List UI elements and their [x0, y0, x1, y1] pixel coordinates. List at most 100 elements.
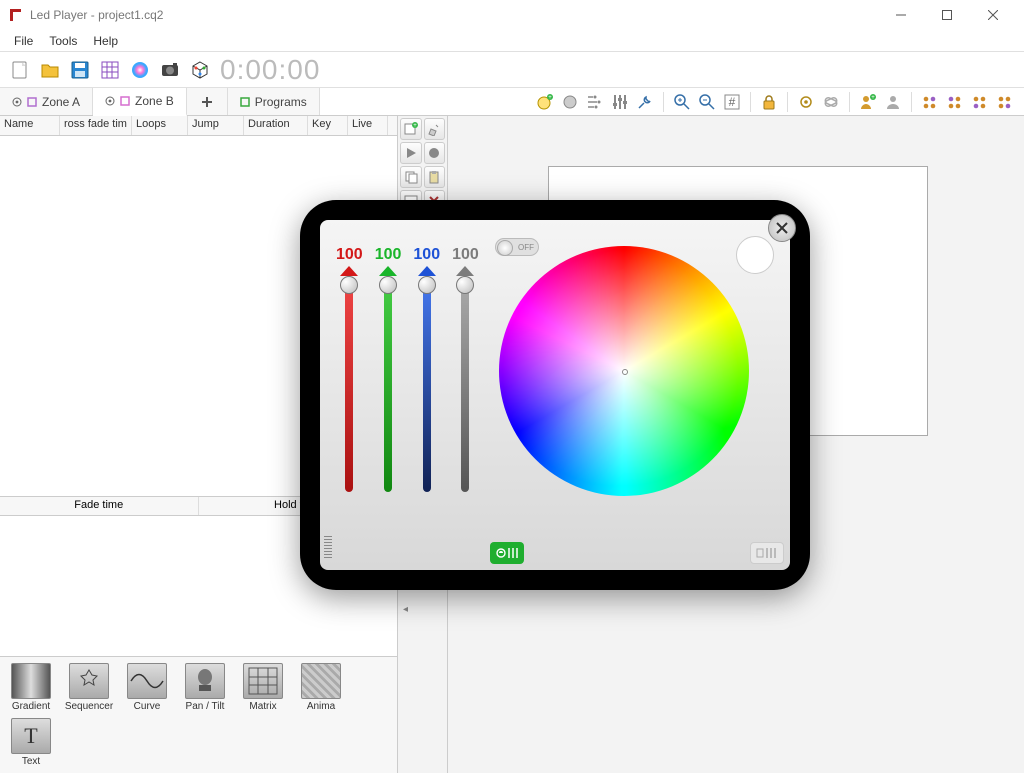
sliders-icon — [755, 546, 779, 560]
palette-matrix[interactable]: Matrix — [238, 663, 288, 712]
white-slider[interactable]: 100 — [452, 246, 479, 554]
palette-sliders-icon — [495, 546, 519, 560]
window-close-button[interactable] — [970, 0, 1016, 30]
secondary-toolbar: + # + — [526, 88, 1024, 115]
square-icon — [240, 97, 250, 107]
add-user-button[interactable]: + — [857, 91, 879, 113]
tab-add[interactable] — [187, 88, 228, 115]
tab-programs[interactable]: Programs — [228, 88, 320, 115]
grid-icon[interactable] — [96, 56, 124, 84]
blue-value: 100 — [413, 246, 440, 264]
palette-animation[interactable]: Anima — [296, 663, 346, 712]
col-loops[interactable]: Loops — [132, 116, 188, 135]
slider-thumb[interactable] — [340, 276, 358, 294]
play-button[interactable] — [400, 142, 422, 164]
col-name[interactable]: Name — [0, 116, 60, 135]
stop-button[interactable] — [424, 142, 446, 164]
open-file-button[interactable] — [36, 56, 64, 84]
slider-thumb[interactable] — [456, 276, 474, 294]
col-live[interactable]: Live — [348, 116, 388, 135]
reset-button[interactable] — [750, 542, 784, 564]
green-slider[interactable]: 100 — [375, 246, 402, 554]
slider-thumb[interactable] — [418, 276, 436, 294]
titlebar: Led Player - project1.cq2 — [0, 0, 1024, 30]
add-light-button[interactable]: + — [534, 91, 556, 113]
red-slider[interactable]: 100 — [336, 246, 363, 554]
palette-pantilt[interactable]: Pan / Tilt — [180, 663, 230, 712]
hash-icon[interactable]: # — [721, 91, 743, 113]
light-settings-button[interactable] — [559, 91, 581, 113]
tools-icon[interactable] — [634, 91, 656, 113]
table-header: Name ross fade tim Loops Jump Duration K… — [0, 116, 397, 136]
menu-tools[interactable]: Tools — [41, 31, 85, 51]
palette-curve[interactable]: Curve — [122, 663, 172, 712]
splitter-handle[interactable] — [403, 604, 411, 618]
patch-icon[interactable] — [820, 91, 842, 113]
wheel-area — [499, 236, 774, 554]
app-icon — [8, 7, 24, 23]
rgb-sliders: 100 100 100 100 — [336, 236, 479, 554]
svg-text:+: + — [871, 95, 875, 101]
copy-button[interactable] — [400, 166, 422, 188]
zoom-in-button[interactable] — [671, 91, 693, 113]
lock-icon[interactable] — [758, 91, 780, 113]
gear-icon — [105, 96, 115, 106]
triangle-up-icon — [418, 266, 436, 276]
menu-help[interactable]: Help — [85, 31, 126, 51]
wheel-cursor[interactable] — [622, 369, 628, 375]
palette-sequencer[interactable]: Sequencer — [64, 663, 114, 712]
color-swatch — [736, 236, 774, 274]
align-icon-3[interactable] — [969, 91, 991, 113]
svg-text:+: + — [548, 95, 552, 101]
paste-button[interactable] — [424, 166, 446, 188]
window-maximize-button[interactable] — [924, 0, 970, 30]
tabs-row: Zone A Zone B Programs + # + — [0, 88, 1024, 116]
svg-text:#: # — [729, 95, 736, 109]
tab-zone-b[interactable]: Zone B — [93, 88, 187, 116]
sliders-icon[interactable] — [609, 91, 631, 113]
plus-icon — [201, 96, 213, 108]
align-icon-1[interactable] — [919, 91, 941, 113]
white-value: 100 — [452, 246, 479, 264]
main-toolbar: 0:00:00 — [0, 52, 1024, 88]
col-key[interactable]: Key — [308, 116, 348, 135]
zoom-out-button[interactable] — [696, 91, 718, 113]
slider-thumb[interactable] — [379, 276, 397, 294]
col-crossfade[interactable]: ross fade tim — [60, 116, 132, 135]
color-picker-modal: 100 100 100 100 OFF — [300, 200, 810, 590]
align-icon-2[interactable] — [944, 91, 966, 113]
square-icon — [27, 97, 37, 107]
tab-label: Programs — [255, 95, 307, 109]
title-project: project1.cq2 — [98, 8, 163, 22]
routes-icon[interactable] — [584, 91, 606, 113]
apply-button[interactable] — [490, 542, 524, 564]
close-icon — [776, 222, 788, 234]
save-file-button[interactable] — [66, 56, 94, 84]
window-minimize-button[interactable] — [878, 0, 924, 30]
col-fade-time[interactable]: Fade time — [0, 497, 199, 515]
new-file-button[interactable] — [6, 56, 34, 84]
cube-icon[interactable] — [186, 56, 214, 84]
palette-text[interactable]: TText — [6, 718, 56, 767]
align-icon-4[interactable] — [994, 91, 1016, 113]
color-sphere-icon[interactable] — [126, 56, 154, 84]
blue-slider[interactable]: 100 — [413, 246, 440, 554]
green-value: 100 — [375, 246, 402, 264]
square-icon — [120, 96, 130, 106]
edit-scene-button[interactable] — [424, 118, 446, 140]
triangle-up-icon — [340, 266, 358, 276]
tab-zone-a[interactable]: Zone A — [0, 88, 93, 115]
user-icon[interactable] — [882, 91, 904, 113]
tab-label: Zone B — [135, 94, 174, 108]
menu-file[interactable]: File — [6, 31, 41, 51]
col-jump[interactable]: Jump — [188, 116, 244, 135]
add-scene-button[interactable]: + — [400, 118, 422, 140]
triangle-up-icon — [379, 266, 397, 276]
palette-gradient[interactable]: Gradient — [6, 663, 56, 712]
settings-icon[interactable] — [795, 91, 817, 113]
camera-icon[interactable] — [156, 56, 184, 84]
drag-handle[interactable] — [324, 536, 332, 560]
gear-icon — [12, 97, 22, 107]
timecode-display: 0:00:00 — [220, 54, 320, 86]
col-duration[interactable]: Duration — [244, 116, 308, 135]
